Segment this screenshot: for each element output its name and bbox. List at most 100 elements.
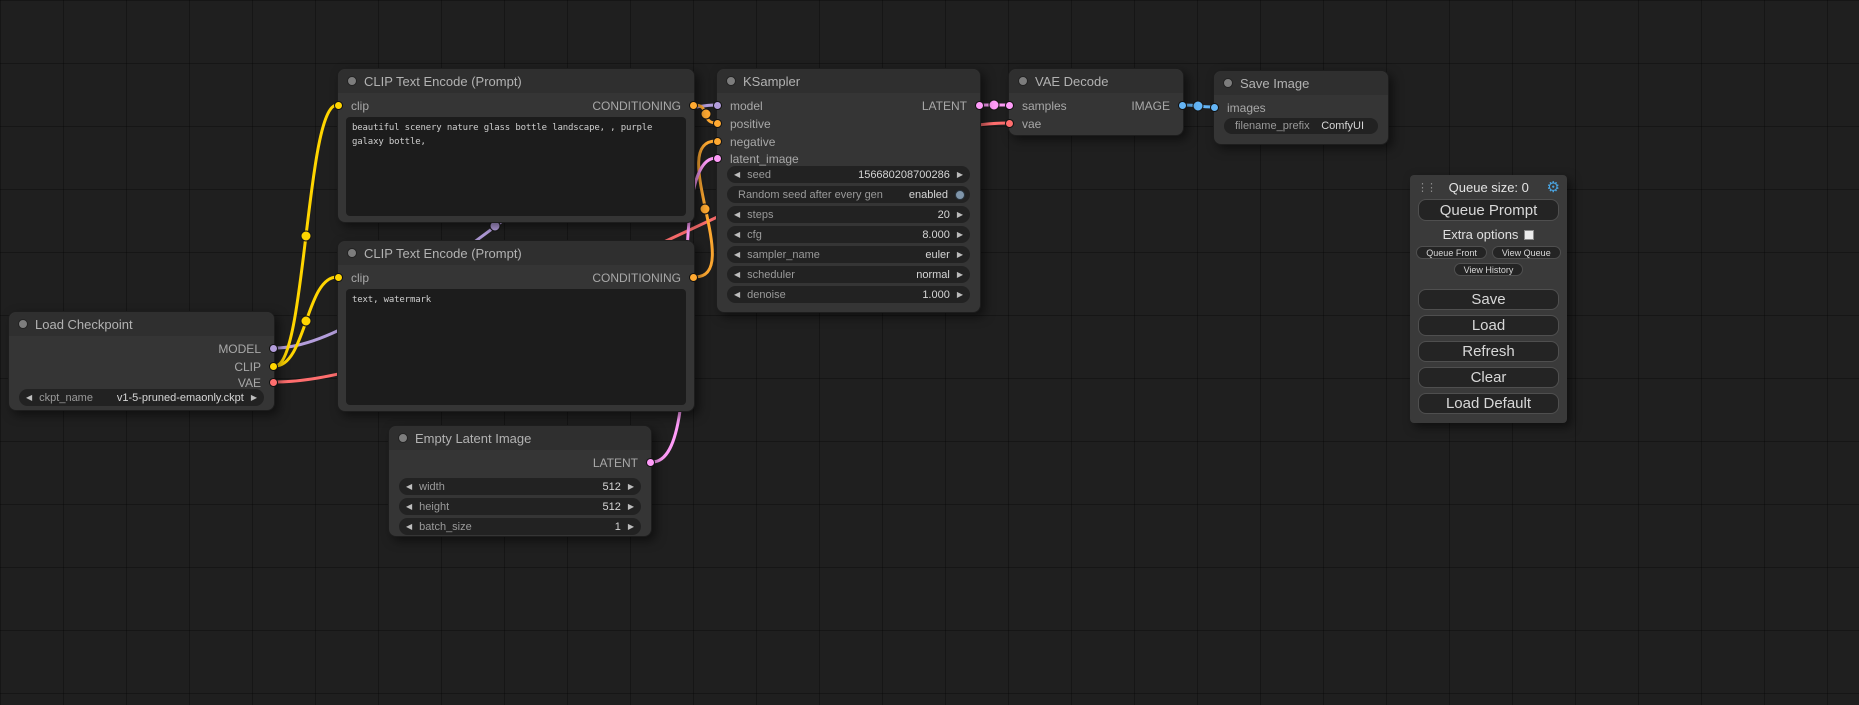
cfg-widget[interactable]: ◀ cfg 8.000 ▶ <box>727 226 970 243</box>
settings-gear-icon[interactable]: ⚙ <box>1547 180 1560 195</box>
output-port-model[interactable] <box>269 344 278 353</box>
node-title[interactable]: Empty Latent Image <box>389 426 651 450</box>
input-port-samples[interactable] <box>1005 101 1014 110</box>
increment-arrow-icon[interactable]: ▶ <box>628 518 634 535</box>
decrement-arrow-icon[interactable]: ◀ <box>734 206 740 223</box>
node-title-text: CLIP Text Encode (Prompt) <box>364 246 522 261</box>
height-widget[interactable]: ◀ height 512 ▶ <box>399 498 641 515</box>
output-port-image[interactable] <box>1178 101 1187 110</box>
sampler-name-widget[interactable]: ◀ sampler_name euler ▶ <box>727 246 970 263</box>
toggle-knob[interactable] <box>955 190 965 200</box>
wire-midpoint-latent-out <box>989 100 999 110</box>
decrement-arrow-icon[interactable]: ◀ <box>734 166 740 183</box>
widget-value: ComfyUI <box>1310 120 1364 132</box>
collapse-dot-icon[interactable] <box>1223 78 1233 88</box>
drag-handle-icon[interactable]: ⋮⋮ <box>1417 181 1431 194</box>
output-port-conditioning[interactable] <box>689 273 698 282</box>
steps-widget[interactable]: ◀ steps 20 ▶ <box>727 206 970 223</box>
input-port-clip[interactable] <box>334 101 343 110</box>
random-seed-widget[interactable]: Random seed after every gen enabled <box>727 186 970 203</box>
filename-prefix-widget[interactable]: filename_prefix ComfyUI <box>1224 118 1378 134</box>
next-arrow-icon[interactable]: ▶ <box>957 266 963 283</box>
decrement-arrow-icon[interactable]: ◀ <box>406 498 412 515</box>
input-port-positive[interactable] <box>713 119 722 128</box>
prev-arrow-icon[interactable]: ◀ <box>734 246 740 263</box>
node-title[interactable]: KSampler <box>717 69 980 93</box>
prev-arrow-icon[interactable]: ◀ <box>734 266 740 283</box>
output-port-vae[interactable] <box>269 378 278 387</box>
node-ksampler[interactable]: KSampler model LATENT positive negative … <box>716 68 981 313</box>
widget-value: 8.000 <box>762 229 950 241</box>
node-clip-text-encode-positive[interactable]: CLIP Text Encode (Prompt) clip CONDITION… <box>337 68 695 223</box>
input-port-latent-image[interactable] <box>713 154 722 163</box>
collapse-dot-icon[interactable] <box>347 248 357 258</box>
wire-midpoint-cond-positive <box>701 109 711 119</box>
input-port-images[interactable] <box>1210 103 1219 112</box>
collapse-dot-icon[interactable] <box>1018 76 1028 86</box>
widget-label: scheduler <box>747 269 795 281</box>
input-port-negative[interactable] <box>713 137 722 146</box>
output-port-latent[interactable] <box>646 458 655 467</box>
next-arrow-icon[interactable]: ▶ <box>251 389 257 406</box>
view-queue-button[interactable]: View Queue <box>1492 246 1561 259</box>
view-history-button[interactable]: View History <box>1454 263 1524 276</box>
decrement-arrow-icon[interactable]: ◀ <box>734 286 740 303</box>
input-port-clip[interactable] <box>334 273 343 282</box>
output-port-conditioning[interactable] <box>689 101 698 110</box>
decrement-arrow-icon[interactable]: ◀ <box>406 478 412 495</box>
queue-front-button[interactable]: Queue Front <box>1416 246 1487 259</box>
decrement-arrow-icon[interactable]: ◀ <box>734 226 740 243</box>
collapse-dot-icon[interactable] <box>18 319 28 329</box>
refresh-button[interactable]: Refresh <box>1418 341 1559 362</box>
increment-arrow-icon[interactable]: ▶ <box>628 478 634 495</box>
extra-options-checkbox[interactable] <box>1524 230 1534 240</box>
node-load-checkpoint[interactable]: Load Checkpoint MODEL CLIP VAE ◀ ckpt_na… <box>8 311 275 411</box>
increment-arrow-icon[interactable]: ▶ <box>628 498 634 515</box>
increment-arrow-icon[interactable]: ▶ <box>957 166 963 183</box>
output-label-conditioning: CONDITIONING <box>592 271 681 285</box>
widget-label: width <box>419 481 445 493</box>
queue-size-label: Queue size: 0 <box>1431 180 1547 195</box>
widget-label: denoise <box>747 289 786 301</box>
queue-prompt-button[interactable]: Queue Prompt <box>1418 199 1559 221</box>
ckpt-name-widget[interactable]: ◀ ckpt_name v1-5-pruned-emaonly.ckpt ▶ <box>19 389 264 406</box>
clear-button[interactable]: Clear <box>1418 367 1559 388</box>
node-title[interactable]: CLIP Text Encode (Prompt) <box>338 241 694 265</box>
node-title[interactable]: VAE Decode <box>1009 69 1183 93</box>
increment-arrow-icon[interactable]: ▶ <box>957 206 963 223</box>
node-empty-latent-image[interactable]: Empty Latent Image LATENT ◀ width 512 ▶ … <box>388 425 652 537</box>
input-port-model[interactable] <box>713 101 722 110</box>
input-label-vae: vae <box>1022 117 1041 131</box>
scheduler-widget[interactable]: ◀ scheduler normal ▶ <box>727 266 970 283</box>
increment-arrow-icon[interactable]: ▶ <box>957 226 963 243</box>
node-clip-text-encode-negative[interactable]: CLIP Text Encode (Prompt) clip CONDITION… <box>337 240 695 412</box>
next-arrow-icon[interactable]: ▶ <box>957 246 963 263</box>
node-vae-decode[interactable]: VAE Decode samples IMAGE vae <box>1008 68 1184 136</box>
width-widget[interactable]: ◀ width 512 ▶ <box>399 478 641 495</box>
prompt-textarea[interactable]: beautiful scenery nature glass bottle la… <box>346 117 686 216</box>
save-button[interactable]: Save <box>1418 289 1559 310</box>
load-button[interactable]: Load <box>1418 315 1559 336</box>
load-default-button[interactable]: Load Default <box>1418 393 1559 414</box>
prev-arrow-icon[interactable]: ◀ <box>26 389 32 406</box>
input-label-positive: positive <box>730 117 771 131</box>
node-title[interactable]: CLIP Text Encode (Prompt) <box>338 69 694 93</box>
output-port-latent[interactable] <box>975 101 984 110</box>
increment-arrow-icon[interactable]: ▶ <box>957 286 963 303</box>
input-label-clip: clip <box>351 271 369 285</box>
node-title[interactable]: Load Checkpoint <box>9 312 274 336</box>
node-title[interactable]: Save Image <box>1214 71 1388 95</box>
output-port-clip[interactable] <box>269 362 278 371</box>
batch-size-widget[interactable]: ◀ batch_size 1 ▶ <box>399 518 641 535</box>
widget-value: enabled <box>883 189 948 201</box>
collapse-dot-icon[interactable] <box>726 76 736 86</box>
input-port-vae[interactable] <box>1005 119 1014 128</box>
node-graph-canvas[interactable]: Load Checkpoint MODEL CLIP VAE ◀ ckpt_na… <box>0 0 1859 705</box>
denoise-widget[interactable]: ◀ denoise 1.000 ▶ <box>727 286 970 303</box>
decrement-arrow-icon[interactable]: ◀ <box>406 518 412 535</box>
prompt-textarea[interactable]: text, watermark <box>346 289 686 405</box>
collapse-dot-icon[interactable] <box>347 76 357 86</box>
node-save-image[interactable]: Save Image images filename_prefix ComfyU… <box>1213 70 1389 145</box>
collapse-dot-icon[interactable] <box>398 433 408 443</box>
seed-widget[interactable]: ◀ seed 156680208700286 ▶ <box>727 166 970 183</box>
